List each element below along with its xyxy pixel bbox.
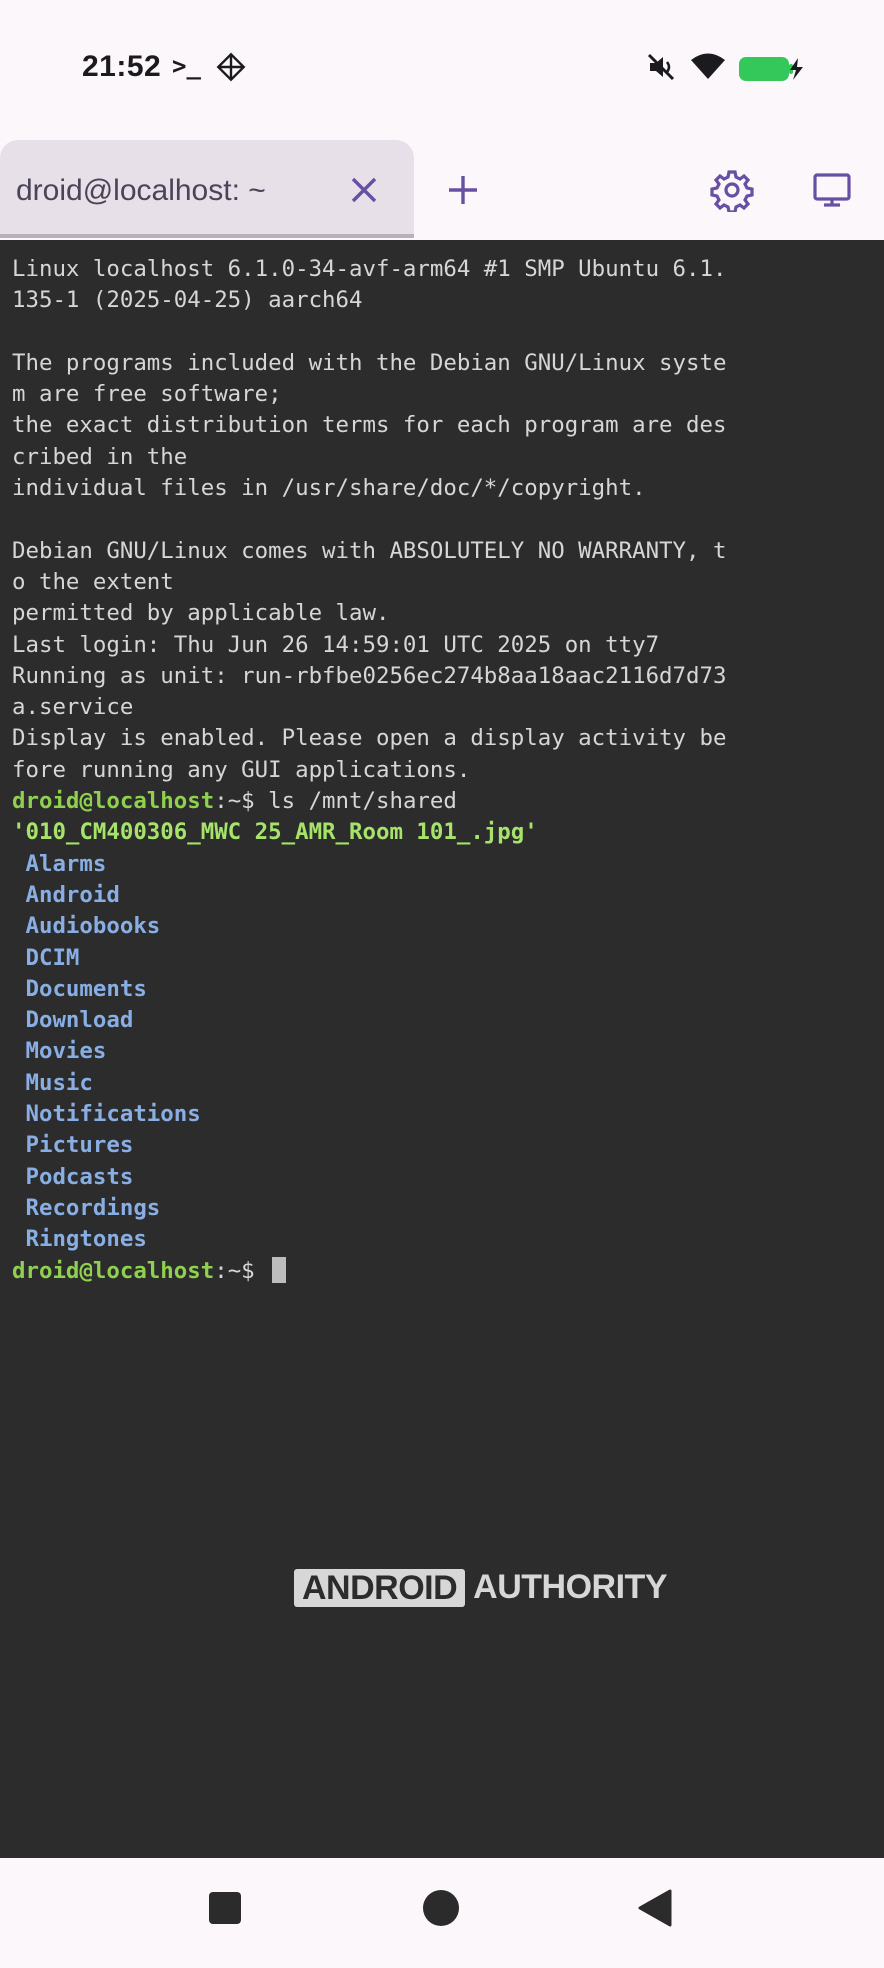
- directory-entry: Download: [12, 1005, 876, 1036]
- text-cursor: [272, 1256, 287, 1283]
- terminal-line: Running as unit: run-rbfbe0256ec274b8aa1…: [12, 662, 727, 689]
- home-circle-icon[interactable]: [422, 1889, 460, 1927]
- directory-entry: Movies: [12, 1036, 876, 1067]
- directory-name: Recordings: [25, 1194, 161, 1221]
- directory-name: DCIM: [25, 944, 80, 971]
- directory-name: Audiobooks: [25, 913, 161, 940]
- recents-square-icon[interactable]: [208, 1891, 242, 1925]
- terminal-line: o the extent: [12, 568, 174, 595]
- plus-icon[interactable]: [443, 170, 483, 210]
- terminal-line: Display is enabled. Please open a displa…: [12, 725, 727, 752]
- directory-entry: Android: [12, 880, 876, 911]
- terminal-line: cribed in the: [12, 443, 188, 470]
- file-name: '010_CM400306_MWC 25_AMR_Room 101_.jpg': [12, 819, 538, 846]
- tab-session[interactable]: droid@localhost: ~: [0, 140, 414, 238]
- shell-prompt: droid@localhost: [12, 1257, 215, 1284]
- wifi-icon: [690, 52, 726, 82]
- terminal-app-indicator: >_: [172, 52, 201, 80]
- monitor-icon[interactable]: [812, 170, 852, 210]
- terminal-line: Debian GNU/Linux comes with ABSOLUTELY N…: [12, 537, 727, 564]
- watermark-part2: AUTHORITY: [473, 1568, 667, 1606]
- terminal-line: permitted by applicable law.: [12, 600, 390, 627]
- tab-bar: droid@localhost: ~: [0, 140, 884, 240]
- directory-entry: Music: [12, 1068, 876, 1099]
- prompt-suffix: :~$: [214, 788, 269, 815]
- command-text: ls /mnt/shared: [268, 788, 457, 815]
- terminal-line: 135-1 (2025-04-25) aarch64: [12, 287, 363, 314]
- directory-entry: Pictures: [12, 1130, 876, 1161]
- directory-name: Pictures: [25, 1132, 134, 1159]
- file-entry: '010_CM400306_MWC 25_AMR_Room 101_.jpg': [12, 817, 876, 848]
- system-nav-bar: [0, 1858, 884, 1968]
- directory-entry: Audiobooks: [12, 911, 876, 942]
- back-triangle-icon[interactable]: [636, 1889, 672, 1927]
- terminal-line: a.service: [12, 694, 134, 721]
- directory-entry: Alarms: [12, 849, 876, 880]
- status-bar: 21:52 >_: [0, 0, 884, 140]
- directory-entry: Documents: [12, 974, 876, 1005]
- terminal-line: The programs included with the Debian GN…: [12, 349, 727, 376]
- terminal-line: Last login: Thu Jun 26 14:59:01 UTC 2025…: [12, 631, 660, 658]
- watermark-logo: ANDROID AUTHORITY: [294, 1568, 667, 1607]
- prompt-suffix: :~$: [214, 1257, 269, 1284]
- directory-name: Alarms: [25, 850, 107, 877]
- active-prompt-line[interactable]: droid@localhost:~$: [12, 1256, 876, 1287]
- terminal-output: Linux localhost 6.1.0-34-avf-arm64 #1 SM…: [12, 254, 876, 1287]
- directory-name: Android: [25, 881, 120, 908]
- directory-entry: Notifications: [12, 1099, 876, 1130]
- directory-name: Ringtones: [25, 1226, 147, 1253]
- terminal-line: individual files in /usr/share/doc/*/cop…: [12, 475, 646, 502]
- terminal-view[interactable]: Linux localhost 6.1.0-34-avf-arm64 #1 SM…: [0, 240, 884, 1858]
- directory-entry: Podcasts: [12, 1162, 876, 1193]
- tab-indicator: [0, 234, 414, 238]
- terminal-line: the exact distribution terms for each pr…: [12, 412, 727, 439]
- terminal-line: m are free software;: [12, 381, 282, 408]
- terminal-line: fore running any GUI applications.: [12, 756, 471, 783]
- terminal-line: Linux localhost 6.1.0-34-avf-arm64 #1 SM…: [12, 256, 727, 282]
- directory-entry: Ringtones: [12, 1224, 876, 1255]
- mute-icon: [646, 52, 676, 82]
- status-time: 21:52: [82, 50, 162, 83]
- directory-name: Music: [25, 1069, 93, 1096]
- close-icon[interactable]: [344, 170, 384, 210]
- directory-entry: Recordings: [12, 1193, 876, 1224]
- diamond-app-icon: [216, 52, 246, 82]
- directory-name: Movies: [25, 1038, 107, 1065]
- directory-name: Podcasts: [25, 1163, 134, 1190]
- tab-title: droid@localhost: ~: [16, 174, 266, 207]
- watermark-part1: ANDROID: [294, 1568, 466, 1607]
- battery-charging-icon: [738, 56, 804, 82]
- directory-entry: DCIM: [12, 943, 876, 974]
- directory-name: Documents: [25, 975, 147, 1002]
- shell-prompt: droid@localhost: [12, 788, 215, 815]
- directory-name: Download: [25, 1007, 134, 1034]
- gear-icon[interactable]: [710, 168, 754, 212]
- command-line: droid@localhost:~$ ls /mnt/shared: [12, 786, 876, 817]
- directory-name: Notifications: [25, 1101, 201, 1128]
